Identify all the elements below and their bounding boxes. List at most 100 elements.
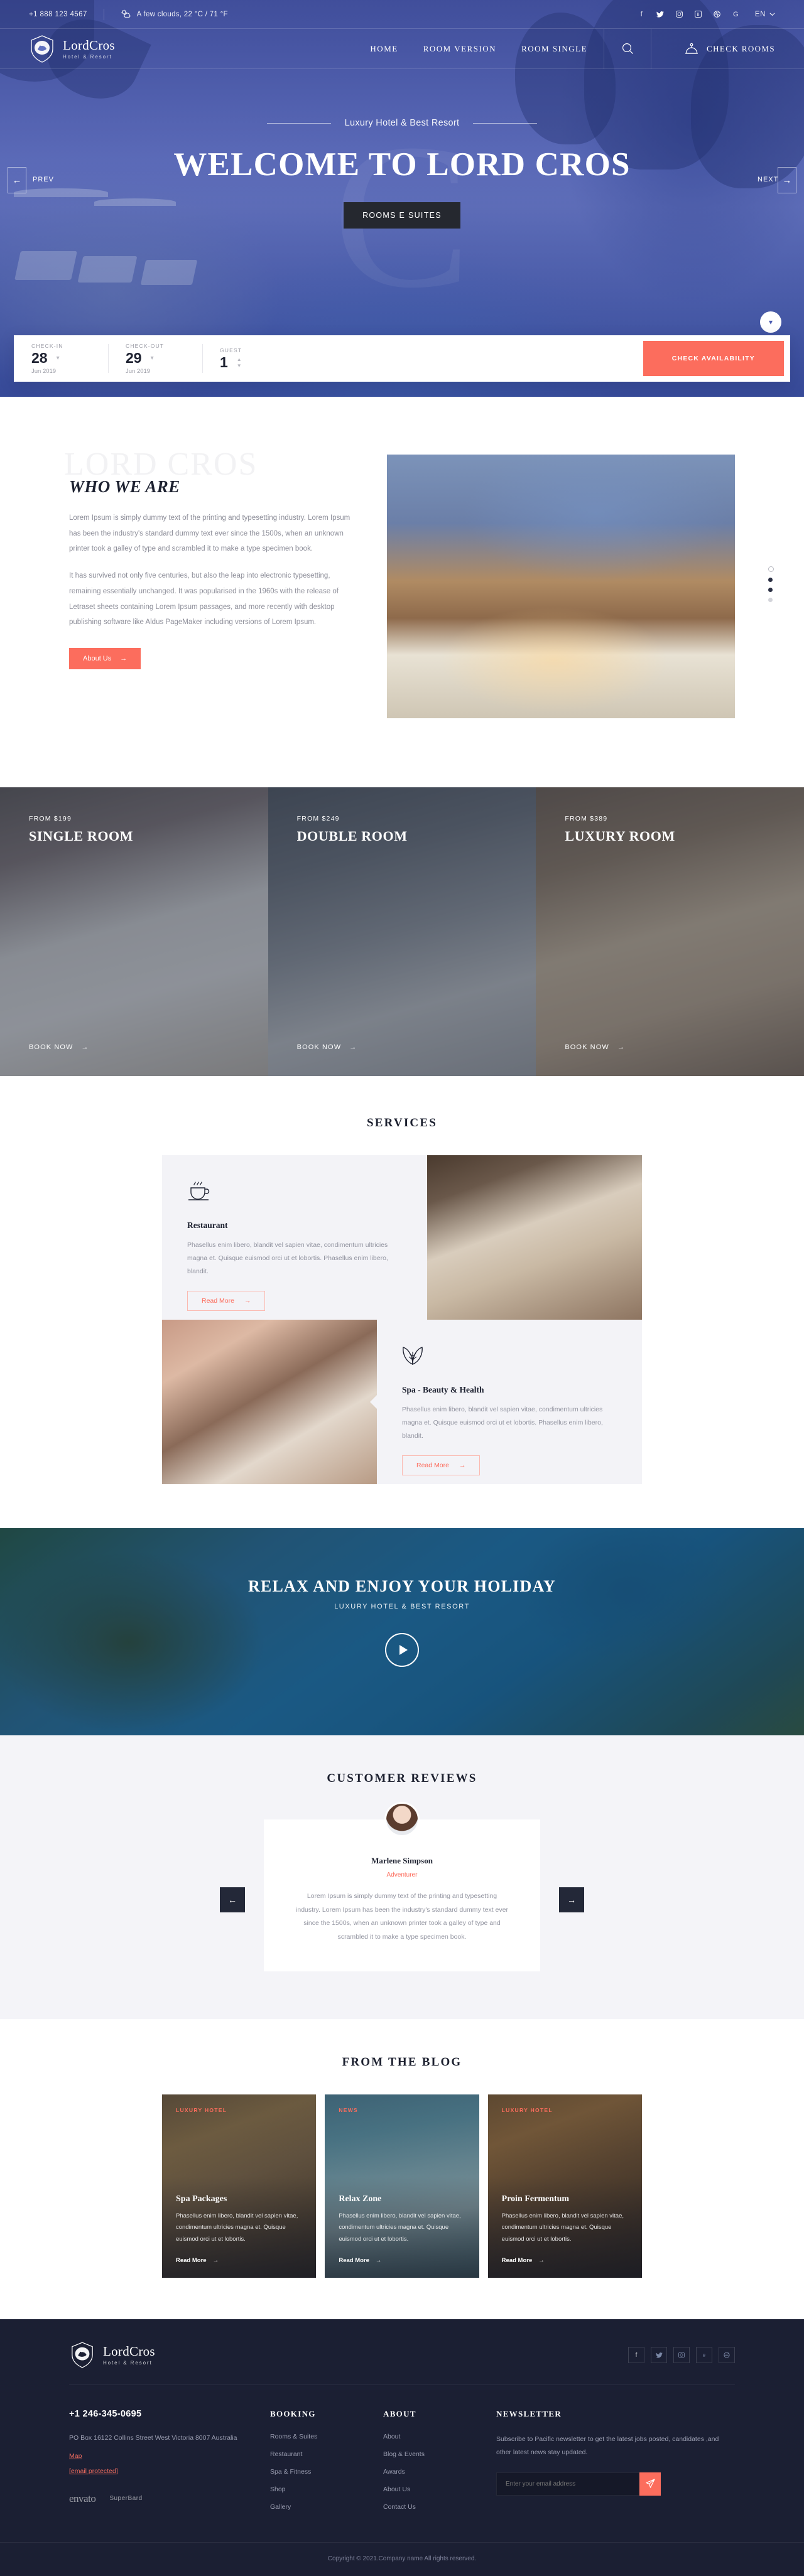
room-book-now[interactable]: BOOK NOW → <box>29 1043 89 1051</box>
footer-brand[interactable]: LordCros Hotel & Resort <box>69 2341 155 2369</box>
review-prev-button[interactable]: ← <box>220 1887 245 1913</box>
hero-title: WELCOME TO LORD CROS <box>173 146 631 183</box>
chevron-down-icon[interactable]: ▾ <box>151 355 154 362</box>
blog-card[interactable]: NEWS Relax Zone Phasellus enim libero, b… <box>325 2094 479 2278</box>
slider-dot-1[interactable] <box>768 566 774 572</box>
about-section: LORD CROS WHO WE ARE Lorem Ipsum is simp… <box>0 397 804 787</box>
facebook-icon[interactable]: f <box>628 2347 644 2364</box>
facebook-icon[interactable]: f <box>638 10 646 18</box>
room-name: LUXURY ROOM <box>565 828 675 844</box>
twitter-icon[interactable] <box>656 10 665 18</box>
guest-stepper[interactable]: ▲ ▼ <box>237 357 242 369</box>
hero-kicker-row: Luxury Hotel & Best Resort <box>266 118 538 128</box>
footer-email-link[interactable]: [email protected] <box>69 2467 258 2475</box>
nav-item-home[interactable]: HOME <box>370 44 398 54</box>
google-icon[interactable]: G <box>732 10 740 18</box>
service-read-more-label: Read More <box>202 1297 234 1305</box>
service-read-more-button[interactable]: Read More → <box>402 1455 481 1475</box>
footer-about-item[interactable]: Contact Us <box>383 2503 484 2511</box>
arrow-left-icon: ← <box>8 167 26 193</box>
review-card: Marlene Simpson Adventurer Lorem Ipsum i… <box>264 1802 540 1972</box>
newsletter-email-input[interactable] <box>496 2472 639 2496</box>
topbar-socials: f B G <box>638 10 740 18</box>
footer-brand-tagline: Hotel & Resort <box>103 2360 153 2366</box>
review-text: Lorem Ipsum is simply dummy text of the … <box>296 1892 508 1941</box>
checkin-month: Jun 2019 <box>31 367 57 375</box>
dribbble-icon[interactable] <box>719 2347 735 2364</box>
blog-read-more[interactable]: Read More → <box>339 2257 381 2264</box>
language-selector[interactable]: EN <box>755 11 775 18</box>
hero-next-label: NEXT <box>758 176 779 184</box>
footer-about-column: ABOUT About Blog & Events Awards About U… <box>383 2409 484 2521</box>
service-read-more-button[interactable]: Read More → <box>187 1291 266 1311</box>
rooms-suites-button[interactable]: ROOMS E SUITES <box>344 202 460 229</box>
room-book-now[interactable]: BOOK NOW → <box>565 1043 625 1051</box>
guest-label: GUEST <box>220 347 242 353</box>
nav-item-room-version[interactable]: ROOM VERSION <box>423 44 496 54</box>
topbar-phone[interactable]: +1 888 123 4567 <box>29 11 87 18</box>
room-text: FROM $249 DOUBLE ROOM <box>297 815 408 844</box>
footer-about-item[interactable]: About <box>383 2433 484 2440</box>
footer-booking-title: BOOKING <box>270 2409 316 2419</box>
blog-heading: Spa Packages <box>176 2194 227 2204</box>
room-card-double[interactable]: FROM $249 DOUBLE ROOM BOOK NOW → <box>268 787 536 1076</box>
instagram-icon[interactable] <box>673 2347 690 2364</box>
behance-icon[interactable]: B <box>696 2347 712 2364</box>
guest-field[interactable]: GUEST 1 ▲ ▼ <box>202 335 296 382</box>
check-rooms-button[interactable]: CHECK ROOMS <box>684 42 775 56</box>
about-heading: WHO WE ARE <box>69 477 180 496</box>
play-icon[interactable] <box>385 1633 419 1667</box>
footer-booking-item[interactable]: Shop <box>270 2486 371 2493</box>
dribbble-icon[interactable] <box>713 10 721 18</box>
footer-about-item[interactable]: About Us <box>383 2486 484 2493</box>
twitter-icon[interactable] <box>651 2347 667 2364</box>
instagram-icon[interactable] <box>675 10 683 18</box>
room-card-single[interactable]: FROM $199 SINGLE ROOM BOOK NOW → <box>0 787 268 1076</box>
footer-about-item[interactable]: Awards <box>383 2468 484 2476</box>
brand-logo[interactable]: LordCros Hotel & Resort <box>29 35 115 63</box>
checkin-field[interactable]: CHECK-IN 28 ▾ Jun 2019 <box>14 335 108 382</box>
footer-booking-item[interactable]: Spa & Fitness <box>270 2468 371 2476</box>
room-price: FROM $389 <box>565 815 608 822</box>
blog-heading: Proin Fermentum <box>501 2194 570 2204</box>
arrow-right-icon: → <box>375 2257 382 2265</box>
footer-phone[interactable]: +1 246-345-0695 <box>69 2409 258 2419</box>
hero-next-control[interactable]: NEXT → <box>758 167 796 193</box>
chevron-down-icon[interactable]: ▾ <box>57 355 60 362</box>
slider-dot-3[interactable] <box>768 588 773 592</box>
hero-prev-control[interactable]: ← PREV <box>8 167 53 193</box>
nav-item-room-single[interactable]: ROOM SINGLE <box>521 44 587 54</box>
newsletter-form <box>496 2472 735 2496</box>
footer-booking-item[interactable]: Rooms & Suites <box>270 2433 371 2440</box>
checkout-field[interactable]: CHECK-OUT 29 ▾ Jun 2019 <box>108 335 202 382</box>
brand-name: LordCros <box>63 37 115 53</box>
review-next-button[interactable]: → <box>559 1887 584 1913</box>
behance-icon[interactable]: B <box>694 10 702 18</box>
about-slider-dots[interactable] <box>768 566 774 602</box>
slider-dot-4[interactable] <box>768 598 773 602</box>
slider-dot-2[interactable] <box>768 578 773 582</box>
footer-booking-item[interactable]: Restaurant <box>270 2450 371 2458</box>
arrow-left-icon: ← <box>228 1895 237 1905</box>
blog-heading: Relax Zone <box>339 2194 382 2204</box>
check-availability-button[interactable]: CHECK AVAILABILITY <box>643 341 784 376</box>
stepper-up-icon[interactable]: ▲ <box>237 357 242 362</box>
service-card-restaurant: Restaurant Phasellus enim libero, blandi… <box>162 1155 434 1320</box>
blog-card[interactable]: LUXURY HOTEL Spa Packages Phasellus enim… <box>162 2094 317 2278</box>
room-price: FROM $249 <box>296 815 340 822</box>
main-navigation: LordCros Hotel & Resort HOME ROOM VERSIO… <box>0 28 804 69</box>
leaves-icon <box>402 1345 617 1369</box>
room-card-luxury[interactable]: FROM $389 LUXURY ROOM BOOK NOW → <box>536 787 804 1076</box>
about-us-button[interactable]: About Us → <box>69 648 141 670</box>
footer-booking-item[interactable]: Gallery <box>270 2503 371 2511</box>
footer-map-link[interactable]: Map <box>69 2452 258 2460</box>
footer-about-item[interactable]: Blog & Events <box>383 2450 484 2458</box>
newsletter-submit-button[interactable] <box>639 2472 661 2496</box>
rooms-section: FROM $199 SINGLE ROOM BOOK NOW → FROM $2… <box>0 787 804 1076</box>
search-icon[interactable] <box>621 42 634 56</box>
room-book-now[interactable]: BOOK NOW → <box>297 1043 357 1051</box>
blog-card[interactable]: LUXURY HOTEL Proin Fermentum Phasellus e… <box>487 2094 642 2278</box>
blog-read-more[interactable]: Read More → <box>176 2257 219 2264</box>
stepper-down-icon[interactable]: ▼ <box>237 363 242 369</box>
blog-read-more[interactable]: Read More → <box>502 2257 545 2264</box>
